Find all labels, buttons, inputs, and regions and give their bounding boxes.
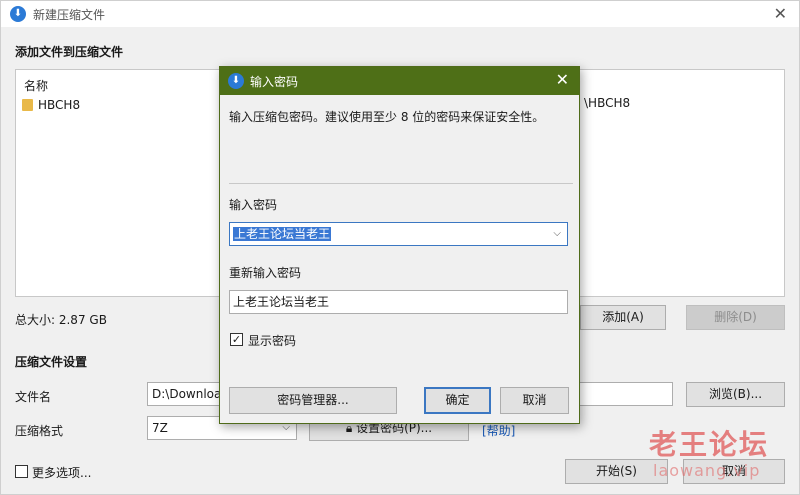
add-files-heading: 添加文件到压缩文件: [15, 45, 124, 59]
dialog-cancel-button[interactable]: 取消: [500, 387, 569, 414]
app-logo-icon: ⬇: [228, 73, 244, 89]
dialog-titlebar: ⬇ 输入密码 ✕: [220, 67, 579, 95]
watermark: 老王论坛: [649, 428, 770, 461]
list-item-path: \HBCH8: [584, 96, 631, 110]
format-label: 压缩格式: [15, 424, 64, 438]
password-value: 上老王论坛当老王: [233, 227, 332, 241]
repeat-password-label: 重新输入密码: [229, 266, 302, 280]
more-options-checkbox[interactable]: [15, 465, 28, 478]
column-header-name[interactable]: 名称: [24, 77, 48, 94]
show-password-checkbox[interactable]: ✓: [230, 333, 243, 346]
filename-label: 文件名: [15, 390, 52, 404]
app-logo-icon: ⬇: [10, 6, 26, 22]
dialog-description: 输入压缩包密码。建议使用至少 8 位的密码来保证安全性。: [229, 110, 545, 124]
chevron-down-icon[interactable]: ⌵: [553, 223, 561, 245]
dialog-title: 输入密码: [250, 75, 299, 89]
password-dialog: ⬇ 输入密码 ✕ 输入压缩包密码。建议使用至少 8 位的密码来保证安全性。 输入…: [219, 66, 580, 424]
repeat-password-input[interactable]: 上老王论坛当老王: [229, 290, 568, 314]
main-titlebar: ⬇ 新建压缩文件 ✕: [1, 1, 799, 27]
settings-heading: 压缩文件设置: [15, 355, 88, 369]
password-input[interactable]: 上老王论坛当老王 ⌵: [229, 222, 568, 246]
folder-icon: [22, 99, 33, 111]
add-button[interactable]: 添加(A): [580, 305, 666, 330]
divider: [229, 183, 573, 184]
browse-button[interactable]: 浏览(B)...: [686, 382, 785, 407]
ok-button[interactable]: 确定: [424, 387, 491, 414]
main-close-icon[interactable]: ✕: [774, 4, 787, 23]
dialog-close-icon[interactable]: ✕: [556, 70, 569, 89]
delete-button[interactable]: 删除(D): [686, 305, 785, 330]
show-password-label[interactable]: 显示密码: [248, 332, 296, 349]
format-select-value: 7Z: [152, 421, 168, 435]
list-item-name: HBCH8: [38, 98, 81, 112]
password-manager-button[interactable]: 密码管理器...: [229, 387, 397, 414]
total-size-label: 总大小: 2.87 GB: [15, 313, 107, 327]
more-options-label[interactable]: 更多选项...: [32, 464, 91, 481]
main-window-title: 新建压缩文件: [33, 8, 106, 22]
password-label: 输入密码: [229, 198, 278, 212]
help-link[interactable]: [帮助]: [482, 422, 515, 439]
list-item[interactable]: HBCH8: [22, 96, 80, 114]
watermark-sub: laowang.vip: [653, 461, 761, 480]
